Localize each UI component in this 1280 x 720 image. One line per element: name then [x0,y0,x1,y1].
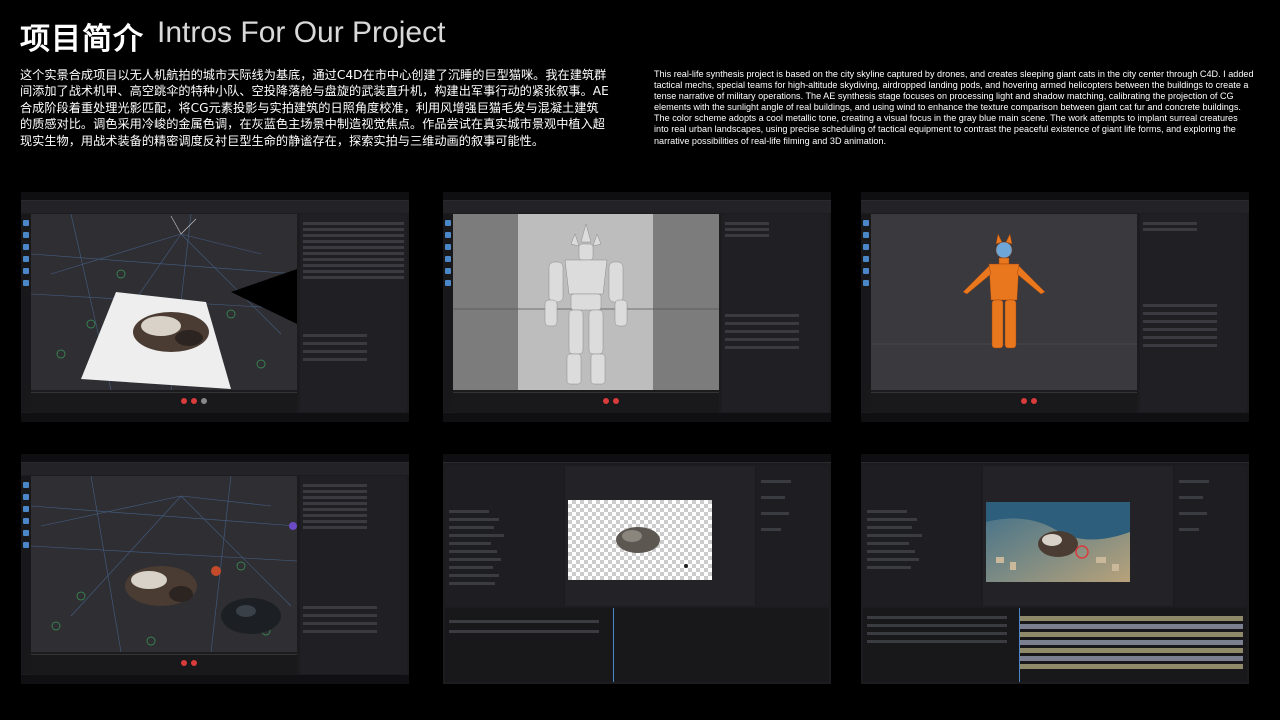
window-titlebar [443,192,831,201]
toolbar [21,201,409,213]
toolbar [443,201,831,213]
timeline [31,392,297,413]
timeline [871,392,1137,413]
window-titlebar [21,454,409,463]
screenshot-c4d-cat-plane [21,192,409,422]
status-bar [21,675,409,684]
status-bar [861,413,1249,422]
screenshot-c4d-cat-scene [21,454,409,684]
screenshot-ae-cat-comp [443,454,831,684]
project-panel [445,466,563,606]
window-titlebar [21,192,409,201]
window-titlebar [443,454,831,463]
status-bar [443,413,831,422]
toolbar [21,463,409,475]
object-manager-panel [300,476,407,674]
object-manager-panel [722,214,829,412]
screenshot-c4d-figure [861,192,1249,422]
timeline [863,608,1247,682]
composition-viewer [983,466,1173,606]
viewport [31,476,297,652]
viewport [453,214,719,390]
timeline [445,608,829,682]
object-manager-panel [300,214,407,412]
screenshot-ae-city-comp [861,454,1249,684]
effects-panel [1175,466,1247,606]
intro-text-english: This real-life synthesis project is base… [654,69,1254,146]
effects-panel [757,466,829,606]
intro-text-chinese: 这个实景合成项目以无人机航拍的城市天际线为基底，通过C4D在市中心创建了沉睡的巨… [20,68,609,148]
project-panel [863,466,981,606]
tool-palette [21,476,31,674]
toolbar [861,201,1249,213]
composition-viewer [565,466,755,606]
page-title-chinese: 项目简介 [20,22,144,57]
object-manager-panel [1140,214,1247,412]
status-bar [21,413,409,422]
window-titlebar [861,454,1249,463]
viewport [871,214,1137,390]
tool-palette [861,214,871,412]
tool-palette [21,214,31,412]
window-titlebar [861,192,1249,201]
viewport [31,214,297,390]
tool-palette [443,214,453,412]
screenshot-c4d-mech [443,192,831,422]
timeline [31,654,297,675]
page-title-english: Intros For Our Project [157,16,446,49]
timeline [453,392,719,413]
